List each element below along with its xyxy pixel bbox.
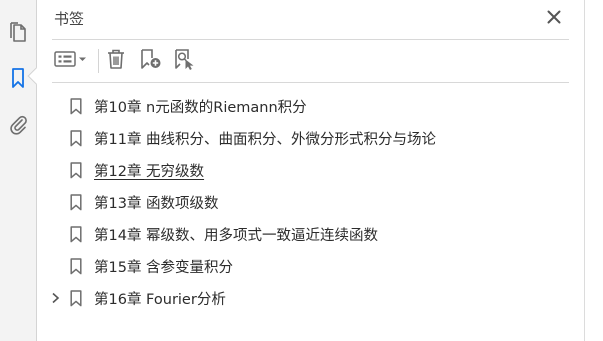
attachment-icon	[8, 113, 28, 135]
bookmark-label: 第10章 n元函数的Riemann积分	[94, 99, 307, 116]
bookmark-icon	[70, 290, 82, 307]
bookmark-icon	[70, 130, 82, 147]
bookmark-icon	[70, 98, 82, 115]
bookmark-label: 第13章 函数项级数	[94, 195, 219, 212]
find-current-bookmark-button[interactable]	[172, 46, 198, 76]
pages-thumbnails-button[interactable]	[0, 15, 36, 49]
vertical-scrollbar[interactable]	[584, 0, 603, 341]
trash-icon	[106, 48, 126, 74]
bookmark-item[interactable]: 第15章 含参变量积分	[38, 250, 584, 282]
panel-title: 书签	[54, 10, 85, 28]
delete-bookmark-button[interactable]	[104, 46, 128, 76]
pages-icon	[8, 21, 28, 43]
bookmark-label: 第15章 含参变量积分	[94, 259, 234, 276]
bookmark-icon	[70, 194, 82, 211]
bookmark-label: 第11章 曲线积分、曲面积分、外微分形式积分与场论	[94, 131, 437, 148]
bookmark-icon	[10, 67, 26, 89]
bookmark-icon	[70, 258, 82, 275]
new-bookmark-button[interactable]	[138, 46, 164, 76]
bookmark-label: 第12章 无穷级数	[94, 163, 205, 180]
find-bookmark-icon	[173, 48, 197, 74]
bookmarks-panel: 书签 第10章 n元函数的Riemann积分 第11章 曲线积分、曲面积分、外微…	[38, 0, 584, 341]
close-panel-button[interactable]	[542, 6, 566, 30]
bookmark-icon	[70, 226, 82, 243]
navigation-rail	[0, 0, 37, 341]
expand-chevron-icon[interactable]	[49, 282, 61, 314]
bookmark-label: 第14章 幂级数、用多项式一致逼近连续函数	[94, 227, 379, 244]
bookmark-item[interactable]: 第16章 Fourier分析	[38, 282, 584, 314]
bookmark-item[interactable]: 第10章 n元函数的Riemann积分	[38, 90, 584, 122]
attachments-panel-button[interactable]	[0, 107, 36, 141]
bookmarks-toolbar	[52, 46, 569, 76]
options-menu-button[interactable]	[52, 46, 90, 76]
new-bookmark-icon	[139, 48, 163, 74]
bookmark-item[interactable]: 第14章 幂级数、用多项式一致逼近连续函数	[38, 218, 584, 250]
bookmark-label: 第16章 Fourier分析	[94, 291, 226, 308]
bookmark-icon	[70, 162, 82, 179]
bookmark-item[interactable]: 第13章 函数项级数	[38, 186, 584, 218]
bookmark-item[interactable]: 第11章 曲线积分、曲面积分、外微分形式积分与场论	[38, 122, 584, 154]
close-icon	[547, 9, 561, 28]
bookmark-item[interactable]: 第12章 无穷级数	[38, 154, 584, 186]
bookmark-list: 第10章 n元函数的Riemann积分 第11章 曲线积分、曲面积分、外微分形式…	[38, 90, 584, 314]
header-divider	[52, 39, 569, 40]
toolbar-divider	[52, 82, 569, 83]
toolbar-separator	[98, 49, 99, 73]
options-menu-icon	[53, 49, 89, 73]
